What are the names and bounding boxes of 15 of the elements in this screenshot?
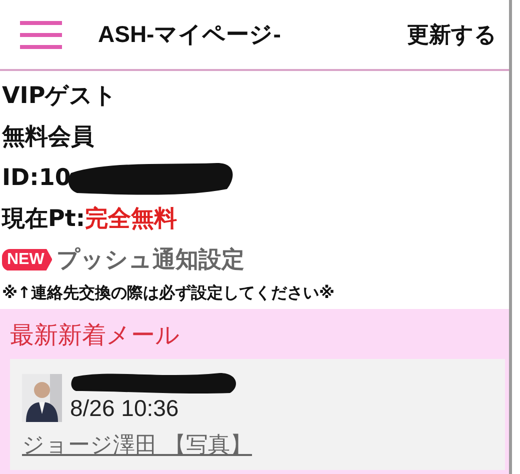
mail-card[interactable]: 8/26 10:36 ジョージ澤田 【写真】 bbox=[10, 359, 505, 470]
mail-time: 8/26 10:36 bbox=[70, 395, 180, 422]
refresh-button[interactable]: 更新する bbox=[407, 20, 497, 50]
membership-text: 無料会員 bbox=[2, 123, 95, 152]
menu-icon[interactable] bbox=[20, 20, 62, 48]
points-value: 完全無料 bbox=[85, 205, 178, 234]
page-title: ASH-マイページ- bbox=[98, 20, 282, 49]
points-label: 現在Pt: bbox=[2, 205, 86, 234]
new-badge: NEW bbox=[2, 248, 52, 270]
push-settings-link[interactable]: プッシュ通知設定 bbox=[56, 244, 244, 275]
notice-text: ※↑連絡先交換の際は必ず設定してください※ bbox=[2, 283, 336, 304]
rank-text: VIPゲスト bbox=[2, 82, 118, 111]
sender-link[interactable]: ジョージ澤田 【写真】 bbox=[22, 430, 252, 460]
section-title: 最新新着メール bbox=[10, 320, 181, 351]
user-id-text: ID:10 bbox=[2, 164, 71, 190]
